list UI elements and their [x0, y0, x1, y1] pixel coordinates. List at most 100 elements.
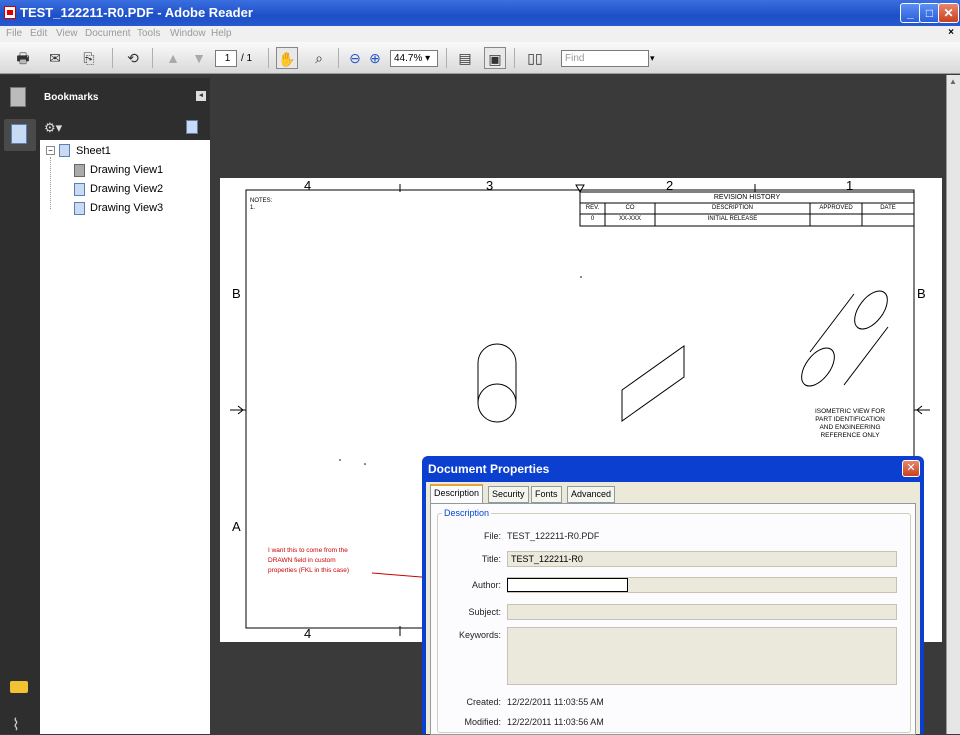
title-bar: TEST_122211-R0.PDF - Adobe Reader _ □ ✕ [0, 0, 960, 26]
tab-security[interactable]: Security [488, 486, 529, 503]
revision-history-title: REVISION HISTORY [713, 194, 781, 201]
approved-header: APPROVED [819, 205, 853, 211]
next-page-icon[interactable]: ▼ [188, 47, 210, 69]
created-label: Created: [466, 697, 501, 707]
collaborate-icon[interactable]: ⟲ [122, 47, 144, 69]
modified-value: 12/22/2011 11:03:56 AM [507, 717, 604, 727]
minimize-button[interactable]: _ [900, 3, 921, 23]
zoom-out-icon[interactable]: ⊖ [344, 47, 366, 69]
navigation-strip: ⌇ [0, 75, 40, 734]
notes-label: NOTES: [250, 198, 273, 204]
maximize-button[interactable]: □ [919, 3, 940, 23]
zone-3: 3 [486, 178, 494, 193]
menu-bar: File Edit View Document Tools Window Hel… [0, 26, 960, 42]
bookmark-drawing-view1[interactable]: Drawing View1 [90, 164, 163, 176]
attachments-icon[interactable]: ⌇ [12, 715, 20, 735]
bookmark-drawing-view3[interactable]: Drawing View3 [90, 202, 163, 214]
dialog-title: Document Properties [428, 462, 550, 476]
bookmark-sheet1[interactable]: Sheet1 [76, 145, 111, 157]
new-bookmark-icon[interactable] [186, 120, 198, 134]
collapse-toggle-icon[interactable]: − [46, 146, 55, 155]
panel-splitter[interactable] [210, 75, 218, 734]
bookmarks-toolbar: ⚙▾ [40, 116, 212, 140]
close-button[interactable]: ✕ [938, 3, 959, 23]
title-label: Title: [481, 554, 501, 564]
bookmark-icon [74, 202, 85, 215]
hand-tool-icon[interactable]: ✋ [276, 47, 298, 69]
close-document-icon[interactable]: × [948, 27, 954, 38]
bookmarks-panel-tab[interactable] [4, 119, 36, 151]
bookmark-icon [11, 124, 27, 144]
fit-width-icon[interactable]: ▤ [454, 47, 476, 69]
rev-header: REV. [585, 205, 600, 211]
scroll-up-icon[interactable]: ▲ [949, 77, 957, 86]
page-number-input[interactable]: 1 [215, 50, 237, 67]
dialog-close-icon[interactable]: ✕ [902, 460, 920, 477]
keywords-field[interactable] [507, 627, 897, 685]
page-total: / 1 [241, 53, 253, 64]
modified-label: Modified: [464, 717, 501, 727]
toolbar: 🖶 ✉ ⎘ ⟲ ▲ ▼ 1 / 1 ✋ ⌕ ⊖ ⊕ 44.7% ▾ ▤ ▣ ▯▯… [0, 42, 960, 74]
marquee-zoom-icon[interactable]: ⌕ [308, 47, 330, 69]
file-label: File: [483, 531, 501, 541]
zone-2: 2 [666, 178, 674, 193]
document-properties-dialog: Document Properties ✕ Description Securi… [422, 456, 924, 735]
menu-help[interactable]: Help [211, 28, 232, 39]
menu-document[interactable]: Document [85, 28, 131, 39]
bookmark-icon [59, 144, 70, 157]
menu-file[interactable]: File [6, 28, 22, 39]
bookmarks-title: Bookmarks [44, 92, 99, 103]
find-dropdown-icon[interactable]: ▾ [650, 53, 655, 64]
pdf-app-icon [4, 6, 16, 19]
menu-view[interactable]: View [56, 28, 78, 39]
bookmark-icon [74, 164, 85, 177]
author-label: Author: [471, 580, 501, 590]
description-panel: Description File: TEST_122211-R0.PDF Tit… [430, 503, 916, 735]
co-value: XX-XXX [618, 216, 641, 222]
print-icon[interactable]: 🖶 [12, 47, 34, 69]
row-b-left: B [232, 286, 241, 301]
isometric-note: ISOMETRIC VIEW FOR PART IDENTIFICATION AND… [814, 408, 886, 439]
vertical-scrollbar[interactable]: ▲ [946, 75, 960, 734]
find-input[interactable]: Find [561, 50, 649, 67]
attach-icon[interactable]: ⎘ [78, 47, 100, 69]
menu-window[interactable]: Window [170, 28, 206, 39]
row-b-right: B [917, 286, 926, 301]
pages-panel-icon[interactable] [10, 87, 26, 107]
rev-value: 0 [590, 216, 595, 222]
window-title: TEST_122211-R0.PDF - Adobe Reader [20, 5, 253, 20]
zoom-in-icon[interactable]: ⊕ [364, 47, 386, 69]
zoom-level-select[interactable]: 44.7% ▾ [390, 50, 438, 67]
keywords-label: Keywords: [458, 630, 501, 640]
email-icon[interactable]: ✉ [44, 47, 66, 69]
tab-advanced[interactable]: Advanced [567, 486, 616, 503]
subject-field[interactable] [507, 604, 897, 620]
fit-page-icon[interactable]: ▣ [484, 47, 506, 69]
zoom-value: 44.7% [394, 53, 423, 64]
author-highlight-box [507, 578, 628, 592]
previous-page-icon[interactable]: ▲ [162, 47, 184, 69]
menu-edit[interactable]: Edit [30, 28, 47, 39]
annotation-note: I want this to come from the DRAWN field … [268, 547, 350, 574]
zone-1: 1 [846, 178, 854, 193]
notes-item: 1. [250, 205, 256, 211]
tab-fonts[interactable]: Fonts [531, 486, 562, 503]
tab-description[interactable]: Description [430, 484, 484, 504]
description-value: INITIAL RELEASE [707, 216, 758, 222]
two-page-view-icon[interactable]: ▯▯ [524, 47, 546, 69]
bookmark-drawing-view2[interactable]: Drawing View2 [90, 183, 163, 195]
row-a-left: A [232, 519, 241, 534]
title-field[interactable]: TEST_122211-R0 [507, 551, 897, 567]
created-value: 12/22/2011 11:03:55 AM [507, 697, 604, 707]
file-value: TEST_122211-R0.PDF [507, 531, 600, 541]
description-header: DESCRIPTION [711, 205, 753, 211]
bookmark-icon [74, 183, 85, 196]
co-header: CO [625, 205, 635, 211]
menu-tools[interactable]: Tools [137, 28, 160, 39]
bookmarks-tree: − Sheet1 Drawing View1 Drawing View2 Dra… [40, 140, 210, 734]
comments-icon[interactable] [10, 681, 28, 693]
zone-4: 4 [304, 178, 312, 193]
zone-4-bottom: 4 [304, 626, 312, 641]
collapse-panel-icon[interactable]: ◂ [196, 91, 206, 101]
options-gear-icon[interactable]: ⚙▾ [44, 120, 62, 136]
